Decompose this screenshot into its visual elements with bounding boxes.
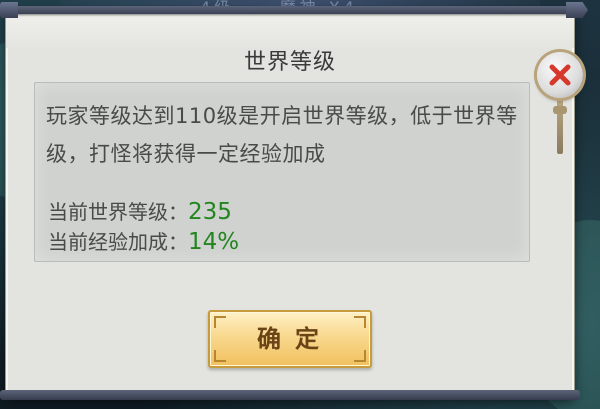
stat-exp-bonus: 当前经验加成：14% [48, 226, 239, 255]
close-icon [549, 64, 571, 86]
dialog-title: 世界等级 [243, 50, 336, 75]
stat-exp-bonus-value: 14% [188, 229, 240, 255]
confirm-button[interactable]: 确定 [208, 310, 372, 368]
stat-world-level: 当前世界等级：235 [48, 196, 232, 225]
confirm-button-label: 确定 [257, 325, 333, 353]
stat-exp-bonus-label: 当前经验加成： [48, 230, 188, 254]
dialog-bottom-rail [0, 390, 580, 400]
stat-world-level-label: 当前世界等级： [48, 200, 188, 224]
rail-cap-left [0, 2, 18, 18]
dialog-title-bar [6, 10, 574, 48]
dialog-description: 玩家等级达到110级是开启世界等级，低于世界等级，打怪将获得一定经验加成 [46, 104, 518, 166]
game-scene-background: 4级 ... 魔神 X4 世界等级 玩家等级达到110级是开启世界等级，低于世界… [0, 0, 600, 409]
close-tassel-knob [553, 106, 567, 114]
rail-cap-right [566, 2, 588, 18]
stat-world-level-value: 235 [188, 199, 232, 225]
dialog-top-rail [0, 6, 580, 14]
close-button[interactable] [537, 52, 583, 98]
